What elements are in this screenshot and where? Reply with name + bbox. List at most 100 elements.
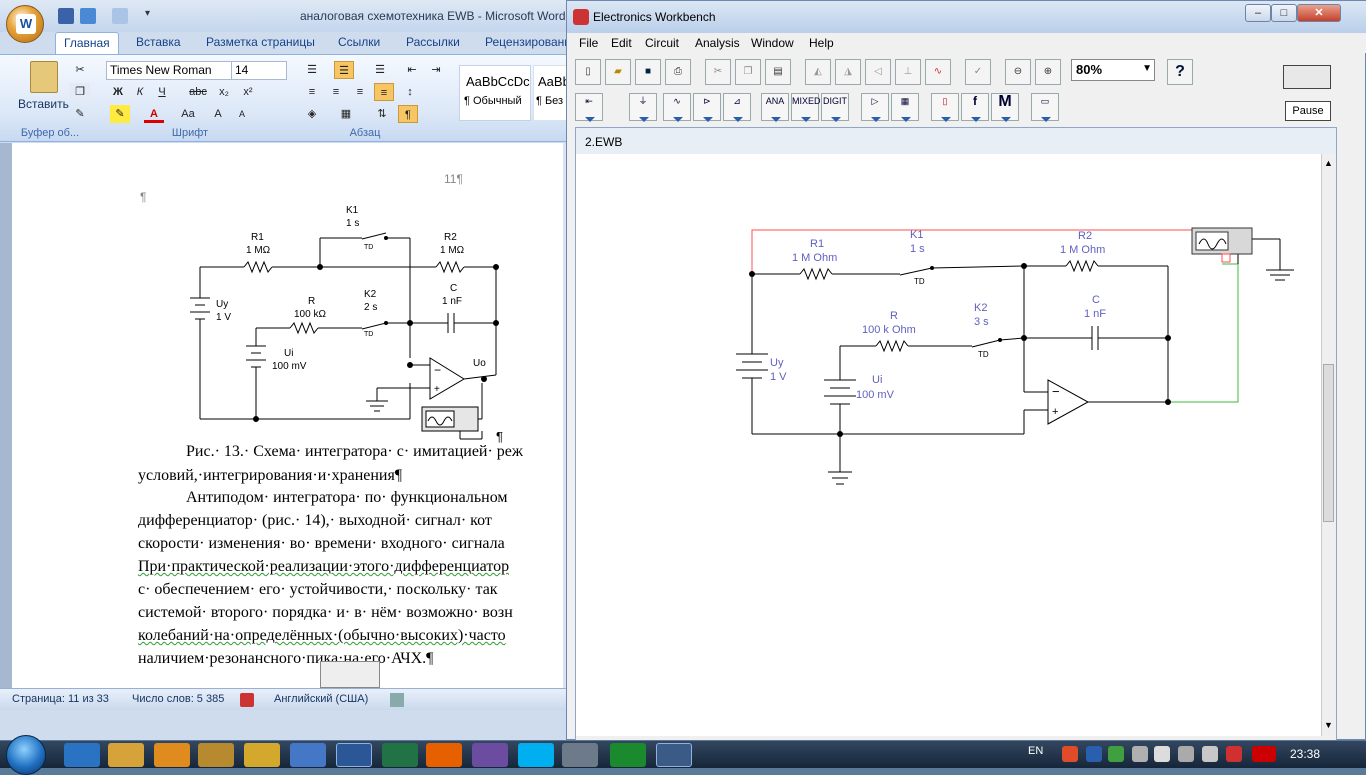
copy-icon[interactable]: ❐ bbox=[70, 83, 90, 101]
spelling-icon[interactable] bbox=[240, 693, 254, 707]
tab-review[interactable]: Рецензирование bbox=[485, 35, 575, 49]
pause-button[interactable]: Pause bbox=[1285, 101, 1331, 121]
office-button[interactable]: W bbox=[6, 5, 44, 43]
create-subcircuit-icon[interactable]: ✓ bbox=[965, 59, 991, 85]
zoom-out-icon[interactable]: ⊖ bbox=[1005, 59, 1031, 85]
ie-icon[interactable] bbox=[64, 743, 100, 767]
bullets-icon[interactable]: ☰ bbox=[302, 61, 322, 79]
volume-icon[interactable] bbox=[1154, 746, 1170, 762]
circuit-canvas[interactable]: R1 1 M Ohm K1 1 s R2 1 M Ohm R 100 k Ohm… bbox=[576, 154, 1321, 736]
tray-icon[interactable] bbox=[1226, 746, 1242, 762]
tab-references[interactable]: Ссылки bbox=[338, 35, 380, 49]
justify-icon[interactable]: ≡ bbox=[374, 83, 394, 101]
subscript-button[interactable]: x₂ bbox=[214, 83, 234, 101]
shrink-font-button[interactable]: A bbox=[232, 105, 252, 123]
digital-parts-icon[interactable]: ▦ bbox=[891, 93, 919, 122]
logic-gates-parts-icon[interactable]: ▷ bbox=[861, 93, 889, 122]
style-normal[interactable]: AaBbCcDc ¶ Обычный bbox=[459, 65, 531, 121]
torrent-icon[interactable] bbox=[610, 743, 646, 767]
format-painter-icon[interactable]: ✎ bbox=[70, 105, 90, 123]
status-words[interactable]: Число слов: 5 385 bbox=[132, 693, 224, 705]
cut-icon[interactable]: ✂ bbox=[705, 59, 731, 85]
bluetooth-icon[interactable] bbox=[1086, 746, 1102, 762]
qat-dropdown-icon[interactable]: ▾ bbox=[145, 8, 150, 19]
italic-button[interactable]: К bbox=[130, 83, 150, 101]
word-title-bar[interactable]: ▾ аналоговая схемотехника EWB - Microsof… bbox=[0, 0, 575, 32]
app-icon[interactable] bbox=[244, 743, 280, 767]
skype-icon[interactable] bbox=[518, 743, 554, 767]
power-switch[interactable] bbox=[1283, 65, 1331, 89]
save-icon[interactable] bbox=[58, 8, 74, 24]
ewb-taskbar-icon[interactable] bbox=[656, 743, 692, 767]
flip-vertical-icon[interactable]: ◁ bbox=[865, 59, 891, 85]
copy-icon[interactable]: ❐ bbox=[735, 59, 761, 85]
rotate-icon[interactable]: ◭ bbox=[805, 59, 831, 85]
align-center-icon[interactable]: ≡ bbox=[326, 83, 346, 101]
paste-icon[interactable]: ▤ bbox=[765, 59, 791, 85]
numbering-icon[interactable]: ☰ bbox=[334, 61, 354, 79]
network-icon[interactable] bbox=[1202, 746, 1218, 762]
multilevel-list-icon[interactable]: ☰ bbox=[370, 61, 390, 79]
bold-button[interactable]: Ж bbox=[108, 83, 128, 101]
word-window[interactable]: ▾ аналоговая схемотехника EWB - Microsof… bbox=[0, 0, 575, 740]
close-button[interactable]: ✕ bbox=[1297, 4, 1341, 22]
save-icon[interactable]: ■ bbox=[635, 59, 661, 85]
sort-icon[interactable]: ⇅ bbox=[372, 105, 392, 123]
menu-help[interactable]: Help bbox=[809, 36, 834, 50]
shading-icon[interactable]: ◈ bbox=[302, 105, 322, 123]
document-page[interactable]: 11¶ ¶ K1 1 s R1 1 MΩ R2 1 MΩ TD R 100 kΩ… bbox=[12, 143, 563, 688]
increase-indent-icon[interactable]: ⇥ bbox=[426, 61, 446, 79]
excel-icon[interactable] bbox=[382, 743, 418, 767]
status-language[interactable]: Английский (США) bbox=[274, 693, 368, 705]
sync-icon[interactable] bbox=[1108, 746, 1124, 762]
flip-horizontal-icon[interactable]: ◮ bbox=[835, 59, 861, 85]
basic-parts-icon[interactable]: ∿ bbox=[663, 93, 691, 122]
ewb-title-bar[interactable]: Electronics Workbench – □ ✕ bbox=[567, 1, 1366, 33]
circuit-scrollbar[interactable]: ▲ ▼ bbox=[1321, 154, 1335, 736]
font-size-select[interactable]: 14 bbox=[231, 61, 287, 80]
circuit-window-title[interactable]: 2.EWB bbox=[576, 128, 1336, 154]
zoom-in-icon[interactable]: ⊕ bbox=[1035, 59, 1061, 85]
help-button[interactable]: ? bbox=[1167, 59, 1193, 85]
app-icon[interactable] bbox=[562, 743, 598, 767]
firefox-icon[interactable] bbox=[426, 743, 462, 767]
menu-file[interactable]: File bbox=[579, 36, 598, 50]
strikethrough-button[interactable]: abc bbox=[188, 83, 208, 101]
explorer-icon[interactable] bbox=[108, 743, 144, 767]
undo-icon[interactable] bbox=[80, 8, 96, 24]
tray-icon[interactable] bbox=[1062, 746, 1078, 762]
tab-page-layout[interactable]: Разметка страницы bbox=[206, 35, 315, 49]
analysis-graphs-icon[interactable]: ∿ bbox=[925, 59, 951, 85]
open-icon[interactable]: ▰ bbox=[605, 59, 631, 85]
mixed-ics-parts-icon[interactable]: MIXED bbox=[791, 93, 821, 122]
sources-parts-icon[interactable]: ⏚ bbox=[629, 93, 657, 122]
ati-icon[interactable] bbox=[1252, 746, 1276, 762]
save-app-icon[interactable] bbox=[472, 743, 508, 767]
start-button[interactable] bbox=[6, 735, 46, 775]
scroll-thumb[interactable] bbox=[1323, 364, 1334, 522]
miscellaneous-parts-icon[interactable]: M bbox=[991, 93, 1019, 122]
clock[interactable]: 23:38 bbox=[1290, 747, 1320, 761]
menu-circuit[interactable]: Circuit bbox=[645, 36, 679, 50]
superscript-button[interactable]: x² bbox=[238, 83, 258, 101]
app-icon[interactable] bbox=[290, 743, 326, 767]
status-page[interactable]: Страница: 11 из 33 bbox=[12, 693, 109, 705]
print-icon[interactable]: ⎙ bbox=[665, 59, 691, 85]
word-taskbar-icon[interactable] bbox=[336, 743, 372, 767]
favorites-parts-icon[interactable]: ⇤ bbox=[575, 93, 603, 122]
borders-icon[interactable]: ▦ bbox=[336, 105, 356, 123]
device-icon[interactable] bbox=[1178, 746, 1194, 762]
align-right-icon[interactable]: ≡ bbox=[350, 83, 370, 101]
cut-icon[interactable]: ✂ bbox=[70, 61, 90, 79]
new-icon[interactable]: ▯ bbox=[575, 59, 601, 85]
change-case-button[interactable]: Aa bbox=[176, 105, 200, 123]
media-player-icon[interactable] bbox=[154, 743, 190, 767]
instruments-parts-icon[interactable]: ▭ bbox=[1031, 93, 1059, 122]
menu-window[interactable]: Window bbox=[751, 36, 794, 50]
show-marks-icon[interactable]: ¶ bbox=[398, 105, 418, 123]
highlight-icon[interactable]: ✎ bbox=[110, 105, 130, 123]
maximize-button[interactable]: □ bbox=[1271, 4, 1297, 22]
underline-button[interactable]: Ч bbox=[152, 83, 172, 101]
analog-ics-parts-icon[interactable]: ANA bbox=[761, 93, 789, 122]
tab-insert[interactable]: Вставка bbox=[136, 35, 181, 49]
